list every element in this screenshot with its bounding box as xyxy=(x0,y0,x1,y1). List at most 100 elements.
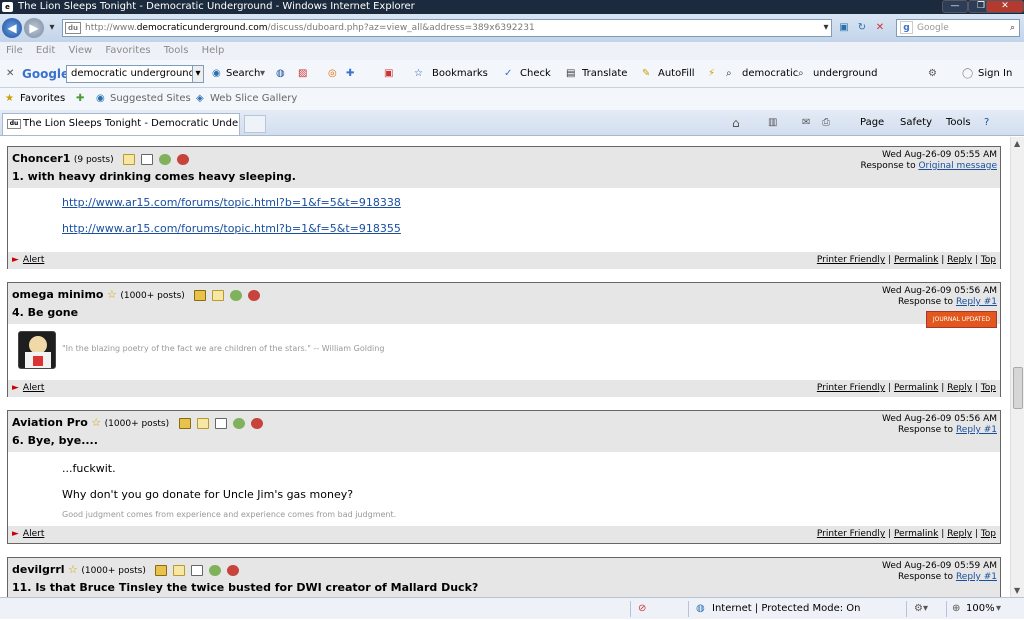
printer-friendly-link[interactable]: Printer Friendly xyxy=(817,529,885,539)
scroll-up-icon[interactable]: ▲ xyxy=(1014,139,1020,148)
journal-icon[interactable] xyxy=(194,290,207,301)
tools-menu[interactable]: Tools xyxy=(946,110,971,136)
active-tab[interactable]: du The Lion Sleeps Tonight - Democratic … xyxy=(2,113,240,135)
autofill-button[interactable]: AutoFill xyxy=(658,60,695,88)
wrench-icon[interactable]: ⚙ xyxy=(928,60,937,88)
post-link[interactable]: http://www.ar15.com/forums/topic.html?b=… xyxy=(62,222,401,235)
address-dropdown-icon[interactable]: ▾ xyxy=(818,19,834,37)
response-link[interactable]: Reply #1 xyxy=(956,572,997,582)
suggested-sites-link[interactable]: Suggested Sites xyxy=(110,88,191,110)
page-menu[interactable]: Page xyxy=(860,110,884,136)
feeds-icon[interactable]: ▥ xyxy=(768,110,777,136)
translate-button[interactable]: Translate xyxy=(582,60,627,88)
response-link[interactable]: Original message xyxy=(918,161,997,171)
ignore-user-icon[interactable] xyxy=(250,418,263,429)
profile-icon[interactable] xyxy=(191,565,204,576)
zone-status[interactable]: Internet | Protected Mode: On xyxy=(712,598,860,620)
address-input[interactable]: du http://www.democraticunderground.com/… xyxy=(62,19,832,37)
top-link[interactable]: Top xyxy=(981,529,996,539)
favorites-button[interactable]: Favorites xyxy=(20,88,65,110)
vertical-scrollbar[interactable]: ▲ ▼ xyxy=(1010,137,1024,597)
globe-icon[interactable]: ◍ xyxy=(276,60,285,88)
search-dropdown-icon[interactable]: ▾ xyxy=(260,60,265,88)
close-window-button[interactable]: ✕ xyxy=(986,0,1024,13)
add-buddy-icon[interactable] xyxy=(232,418,245,429)
google-query-input[interactable]: democratic underground xyxy=(66,65,204,83)
back-button[interactable]: ◀ xyxy=(2,18,22,38)
print-icon[interactable]: ⎙ xyxy=(822,110,830,136)
term-underground-button[interactable]: underground xyxy=(813,60,878,88)
menu-help[interactable]: Help xyxy=(202,45,225,56)
post-author[interactable]: omega minimo xyxy=(12,288,103,301)
menu-edit[interactable]: Edit xyxy=(36,45,55,56)
new-tab-button[interactable] xyxy=(244,115,266,133)
popup-blocker-icon[interactable]: ▨ xyxy=(298,60,307,88)
search-icon[interactable]: ⌕ xyxy=(1010,20,1015,36)
search-input[interactable]: g Google ⌕ xyxy=(896,19,1020,37)
ignore-user-icon[interactable] xyxy=(248,290,261,301)
highlight-icon[interactable]: ⚡ xyxy=(708,60,715,88)
top-link[interactable]: Top xyxy=(981,255,996,265)
email-icon[interactable] xyxy=(212,290,225,301)
response-link[interactable]: Reply #1 xyxy=(956,425,997,435)
bookmarks-button[interactable]: Bookmarks xyxy=(432,60,488,88)
scroll-down-icon[interactable]: ▼ xyxy=(1014,586,1020,595)
query-dropdown-icon[interactable]: ▾ xyxy=(192,65,204,83)
email-icon[interactable] xyxy=(173,565,186,576)
news-icon[interactable]: ▣ xyxy=(384,60,393,88)
home-icon[interactable]: ⌂ xyxy=(732,110,740,136)
permalink-link[interactable]: Permalink xyxy=(894,529,938,539)
post-author[interactable]: Aviation Pro xyxy=(12,416,88,429)
printer-friendly-link[interactable]: Printer Friendly xyxy=(817,255,885,265)
refresh-icon[interactable]: ↻ xyxy=(854,19,870,37)
forward-button[interactable]: ▶ xyxy=(24,18,44,38)
share-icon[interactable]: ◎ xyxy=(328,60,337,88)
add-buddy-icon[interactable] xyxy=(159,154,172,165)
profile-icon[interactable] xyxy=(141,154,154,165)
alert-link[interactable]: Alert xyxy=(23,255,44,265)
alert-link[interactable]: Alert xyxy=(23,529,44,539)
journal-icon[interactable] xyxy=(155,565,168,576)
post-author[interactable]: devilgrrl xyxy=(12,563,65,576)
stop-icon[interactable]: ✕ xyxy=(872,19,888,37)
sign-in-button[interactable]: Sign In xyxy=(978,60,1012,88)
add-buddy-icon[interactable] xyxy=(230,290,243,301)
permalink-link[interactable]: Permalink xyxy=(894,255,938,265)
top-link[interactable]: Top xyxy=(981,383,996,393)
menu-file[interactable]: File xyxy=(6,45,23,56)
help-icon[interactable]: ? xyxy=(984,110,989,136)
google-search-button[interactable]: Search xyxy=(226,60,260,88)
reply-link[interactable]: Reply xyxy=(947,255,972,265)
response-link[interactable]: Reply #1 xyxy=(956,297,997,307)
menu-favorites[interactable]: Favorites xyxy=(105,45,150,56)
alert-link[interactable]: Alert xyxy=(23,383,44,393)
permalink-link[interactable]: Permalink xyxy=(894,383,938,393)
reply-link[interactable]: Reply xyxy=(947,383,972,393)
reply-link[interactable]: Reply xyxy=(947,529,972,539)
ignore-user-icon[interactable] xyxy=(227,565,240,576)
printer-friendly-link[interactable]: Printer Friendly xyxy=(817,383,885,393)
email-icon[interactable] xyxy=(196,418,209,429)
profile-icon[interactable] xyxy=(214,418,227,429)
plus-icon[interactable]: ✚ xyxy=(346,60,354,88)
popup-blocked-icon[interactable]: ⊘ xyxy=(638,598,646,620)
add-favorite-icon[interactable]: ✚ xyxy=(76,88,84,110)
mail-icon[interactable]: ✉ xyxy=(802,110,810,136)
post-link[interactable]: http://www.ar15.com/forums/topic.html?b=… xyxy=(62,196,401,209)
close-toolbar-icon[interactable]: ✕ xyxy=(6,60,14,88)
history-dropdown-icon[interactable]: ▾ xyxy=(44,19,60,37)
zoom-level[interactable]: 100% xyxy=(966,598,995,620)
add-buddy-icon[interactable] xyxy=(209,565,222,576)
check-button[interactable]: Check xyxy=(520,60,551,88)
zoom-dropdown-icon[interactable]: ▾ xyxy=(996,598,1001,620)
protected-mode-icon[interactable]: ⚙▾ xyxy=(914,598,928,620)
menu-tools[interactable]: Tools xyxy=(164,45,189,56)
scroll-thumb[interactable] xyxy=(1013,367,1023,409)
menu-view[interactable]: View xyxy=(68,45,92,56)
email-icon[interactable] xyxy=(123,154,136,165)
minimize-button[interactable]: — xyxy=(942,0,968,13)
post-author[interactable]: Choncer1 xyxy=(12,152,70,165)
term-democratic-button[interactable]: democratic xyxy=(742,60,798,88)
safety-menu[interactable]: Safety xyxy=(900,110,932,136)
web-slice-gallery-link[interactable]: Web Slice Gallery xyxy=(210,88,297,110)
